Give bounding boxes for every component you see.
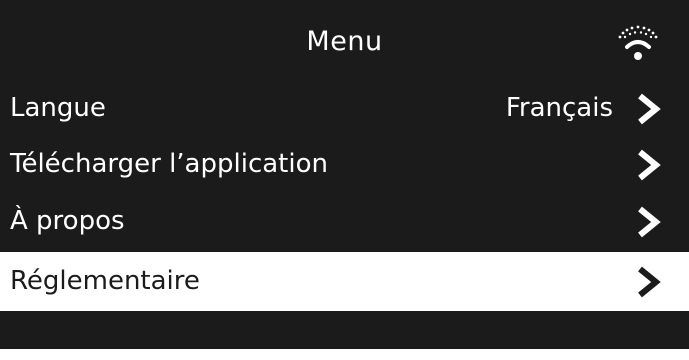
menu-item-label: Langue bbox=[10, 93, 106, 123]
device-screen: Menu Langue Français Télécharger l’appli… bbox=[0, 0, 689, 349]
chevron-right-icon bbox=[638, 266, 661, 298]
chevron-right-icon bbox=[638, 206, 661, 238]
header-bar: Menu bbox=[0, 0, 689, 78]
menu-item-label: Télécharger l’application bbox=[10, 149, 328, 179]
menu-item-download-app[interactable]: Télécharger l’application bbox=[0, 135, 689, 194]
chevron-right-icon bbox=[638, 149, 661, 181]
menu-item-value: Français bbox=[505, 93, 613, 123]
page-title: Menu bbox=[306, 26, 383, 57]
menu-item-langue[interactable]: Langue Français bbox=[0, 79, 689, 138]
chevron-right-icon bbox=[638, 93, 661, 125]
wifi-icon bbox=[618, 25, 658, 60]
menu-item-label: À propos bbox=[10, 206, 125, 236]
menu-item-regulatory[interactable]: Réglementaire bbox=[0, 252, 689, 311]
menu-item-about[interactable]: À propos bbox=[0, 192, 689, 251]
menu-item-label: Réglementaire bbox=[10, 266, 200, 296]
